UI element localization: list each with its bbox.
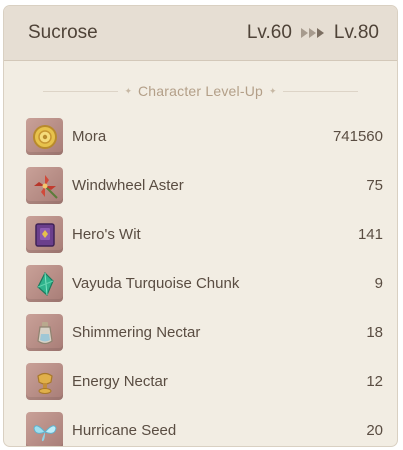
material-name: Shimmering Nectar	[72, 324, 201, 341]
section-title: ✦ Character Level-Up ✦	[4, 81, 397, 101]
material-quantity: 20	[366, 422, 383, 439]
level-range: Lv.60 Lv.80	[247, 22, 379, 44]
material-quantity: 18	[366, 324, 383, 341]
shimmering-nectar-icon	[26, 314, 63, 351]
divider-left	[43, 90, 119, 92]
heros-wit-book-icon	[26, 216, 63, 253]
materials-list: Mora 741560 Windwheel Aster 75 Hero's Wi…	[26, 112, 383, 446]
material-row[interactable]: Energy Nectar 12	[26, 357, 383, 406]
material-name: Hurricane Seed	[72, 422, 177, 439]
section-title-label: Character Level-Up	[138, 83, 263, 99]
level-to: Lv.80	[333, 22, 379, 43]
card-header: Sucrose Lv.60 Lv.80	[4, 6, 397, 61]
material-quantity: 75	[366, 177, 383, 194]
energy-nectar-icon	[26, 363, 63, 400]
material-row[interactable]: Mora 741560	[26, 112, 383, 161]
character-name: Sucrose	[28, 22, 98, 43]
level-from: Lv.60	[246, 22, 292, 43]
material-name: Windwheel Aster	[72, 177, 184, 194]
mora-coin-icon	[26, 118, 63, 155]
material-row[interactable]: Shimmering Nectar 18	[26, 308, 383, 357]
diamond-icon: ✦	[124, 85, 132, 96]
level-up-card: Sucrose Lv.60 Lv.80 ✦ Character Level-Up…	[3, 5, 398, 447]
material-quantity: 12	[366, 373, 383, 390]
material-name: Hero's Wit	[72, 226, 141, 243]
diamond-icon: ✦	[269, 85, 277, 96]
material-name: Energy Nectar	[72, 373, 168, 390]
arrow-right-icon	[300, 28, 325, 38]
material-name: Vayuda Turquoise Chunk	[72, 275, 240, 292]
material-row[interactable]: Hurricane Seed 20	[26, 406, 383, 446]
material-row[interactable]: Hero's Wit 141	[26, 210, 383, 259]
material-row[interactable]: Windwheel Aster 75	[26, 161, 383, 210]
material-quantity: 741560	[332, 128, 383, 145]
material-row[interactable]: Vayuda Turquoise Chunk 9	[26, 259, 383, 308]
material-quantity: 141	[357, 226, 383, 243]
turquoise-gem-icon	[26, 265, 63, 302]
hurricane-seed-icon	[26, 412, 63, 446]
material-quantity: 9	[374, 275, 383, 292]
windwheel-aster-icon	[26, 167, 63, 204]
divider-right	[282, 90, 358, 92]
material-name: Mora	[72, 128, 107, 145]
